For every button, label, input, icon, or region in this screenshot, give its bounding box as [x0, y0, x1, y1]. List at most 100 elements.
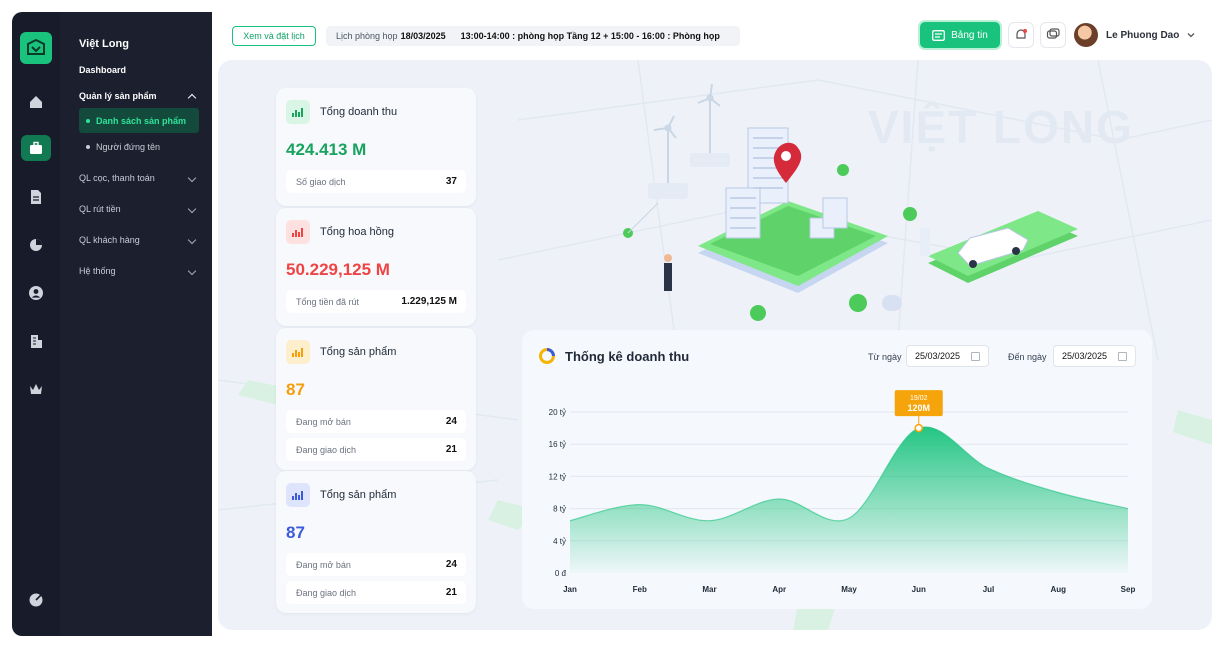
card-title: Tổng doanh thu [320, 106, 398, 118]
news-button[interactable]: Bảng tin [920, 22, 1000, 48]
meeting-date: 18/03/2025 [400, 31, 446, 41]
card-title: Tổng sản phẩm [320, 489, 397, 501]
tooltip-marker [914, 423, 923, 433]
y-tick-label: 4 tỷ [553, 537, 566, 546]
pie-chart-icon[interactable] [24, 233, 48, 257]
avatar[interactable] [1074, 23, 1098, 47]
sidebar-menu: Việt Long Dashboard Quản lý sản phẩm Dan… [60, 12, 212, 636]
meeting-label: Lịch phòng họp [336, 31, 398, 41]
sidebar-item-label: Hệ thống [79, 266, 116, 276]
x-tick-label: Apr [772, 585, 786, 594]
chart-bar-icon [286, 220, 310, 244]
chart-bar-icon [286, 483, 310, 507]
sidebar-item-label: Danh sách sản phẩm [96, 115, 187, 126]
sidebar-item-deposit[interactable]: QL cọc, thanh toán [79, 173, 199, 183]
x-tick-label: Jun [912, 585, 926, 594]
sidebar-subitem-owner[interactable]: Người đứng tên [79, 142, 199, 152]
user-icon[interactable] [24, 281, 48, 305]
revenue-chart-panel: Thống kê doanh thu Từ ngày 25/03/2025 Đế… [522, 330, 1152, 609]
sidebar-group-products[interactable]: Quản lý sản phẩm [79, 91, 199, 103]
row-label: Đang giao dịch [296, 587, 357, 598]
sidebar-item-label: Quản lý sản phẩm [79, 91, 157, 101]
row-label: Đang mở bán [296, 416, 351, 427]
card-value: 50.229,125 M [286, 260, 390, 279]
sidebar-item-withdraw[interactable]: QL rút tiền [79, 204, 199, 214]
chevron-down-icon [187, 173, 197, 183]
schedule-button[interactable]: Xem và đặt lịch [232, 26, 316, 46]
chat-icon[interactable] [1040, 22, 1066, 48]
card-row: Tổng tiền đã rút 1.229,125 M [286, 290, 466, 313]
meeting-schedule: Lịch phòng họp 18/03/2025 13:00-14:00 : … [326, 26, 740, 46]
x-tick-label: Aug [1050, 585, 1066, 594]
sidebar-item-system[interactable]: Hệ thống [79, 266, 199, 276]
x-tick-label: Feb [633, 585, 647, 594]
sidebar-item-customers[interactable]: QL khách hàng [79, 235, 199, 245]
news-button-label: Bảng tin [951, 29, 988, 41]
chevron-down-icon [187, 235, 197, 245]
row-value: 24 [445, 416, 457, 427]
sidebar-item-label: QL rút tiền [79, 204, 121, 214]
city-illustration [623, 83, 1078, 321]
sidebar-brand: Việt Long [79, 38, 129, 50]
top-bar: Xem và đặt lịch Lịch phòng họp 18/03/202… [212, 12, 1224, 60]
settings-chart-icon[interactable] [24, 588, 48, 612]
chevron-down-icon [187, 266, 197, 276]
row-value: 24 [445, 559, 457, 570]
revenue-area-chart: 0 đ 4 tỷ 8 tỷ 12 tỷ 16 tỷ 20 tỷ Jan Feb Mar Apr Ma… [549, 390, 1136, 594]
x-tick-label: Jul [983, 585, 995, 594]
document-icon[interactable] [24, 185, 48, 209]
chevron-down-icon[interactable] [1186, 30, 1196, 40]
bullet-dot [86, 118, 90, 123]
x-tick-label: Sep [1121, 585, 1136, 594]
home-icon[interactable] [24, 90, 48, 114]
tooltip-value: 120M [907, 403, 930, 413]
sidebar-item-label: Dashboard [79, 65, 127, 75]
chart-bar-icon [286, 340, 310, 364]
meeting-detail: 13:00-14:00 : phòng họp Tầng 12 + 15:00 … [460, 31, 720, 41]
x-tick-label: May [841, 585, 857, 594]
card-row: Đang mở bán 24 [286, 553, 466, 576]
sidebar-item-label: QL khách hàng [79, 235, 140, 245]
card-value: 424.413 M [286, 140, 367, 159]
user-name[interactable]: Le Phuong Dao [1106, 30, 1179, 41]
row-value: 21 [445, 444, 457, 455]
card-value: 87 [286, 380, 305, 399]
stat-card-products: Tổng sản phẩm 87 Đang mở bán 24 Đang giao… [276, 328, 476, 470]
card-row: Đang giao dịch 21 [286, 438, 466, 461]
series-area [570, 426, 1128, 573]
bullet-dot [86, 145, 90, 149]
notification-bell-icon[interactable] [1008, 22, 1034, 48]
x-tick-label: Jan [563, 585, 577, 594]
chart-bar-icon [286, 100, 310, 124]
card-row: Số giao dịch 37 [286, 170, 466, 193]
main-content: VIỆT LONG Tổng doanh thu 424.413 M Số gi… [218, 60, 1212, 630]
row-label: Đang giao dịch [296, 444, 357, 455]
card-row: Đang mở bán 24 [286, 410, 466, 433]
stat-card-commission: Tổng hoa hồng 50.229,125 M Tổng tiền đã … [276, 208, 476, 326]
row-label: Đang mở bán [296, 559, 351, 570]
app-frame: Việt Long Dashboard Quản lý sản phẩm Dan… [12, 12, 1224, 636]
stat-card-revenue: Tổng doanh thu 424.413 M Số giao dịch 37 [276, 88, 476, 206]
icon-rail [12, 12, 63, 636]
y-tick-label: 20 tỷ [549, 408, 566, 417]
y-tick-label: 0 đ [555, 569, 567, 578]
sidebar-item-dashboard[interactable]: Dashboard [79, 65, 199, 75]
logo-icon[interactable] [20, 32, 52, 64]
y-tick-label: 8 tỷ [553, 505, 566, 514]
newspaper-icon [932, 29, 946, 41]
x-tick-label: Mar [702, 585, 716, 594]
building-icon[interactable] [24, 329, 48, 353]
sidebar-item-label: QL cọc, thanh toán [79, 173, 155, 183]
sidebar-item-label: Người đứng tên [96, 142, 160, 152]
crown-icon[interactable] [24, 377, 48, 401]
row-label: Tổng tiền đã rút [296, 296, 360, 307]
y-tick-label: 16 tỷ [549, 440, 566, 449]
tooltip-date: 19/02 [910, 395, 928, 402]
row-value: 21 [445, 587, 457, 598]
card-value: 87 [286, 523, 305, 542]
sidebar-subitem-product-list[interactable]: Danh sách sản phẩm [79, 108, 199, 133]
y-tick-label: 12 tỷ [549, 472, 566, 481]
chevron-down-icon [187, 204, 197, 214]
briefcase-icon[interactable] [21, 135, 51, 161]
stat-card-products-2: Tổng sản phẩm 87 Đang mở bán 24 Đang giao… [276, 471, 476, 613]
